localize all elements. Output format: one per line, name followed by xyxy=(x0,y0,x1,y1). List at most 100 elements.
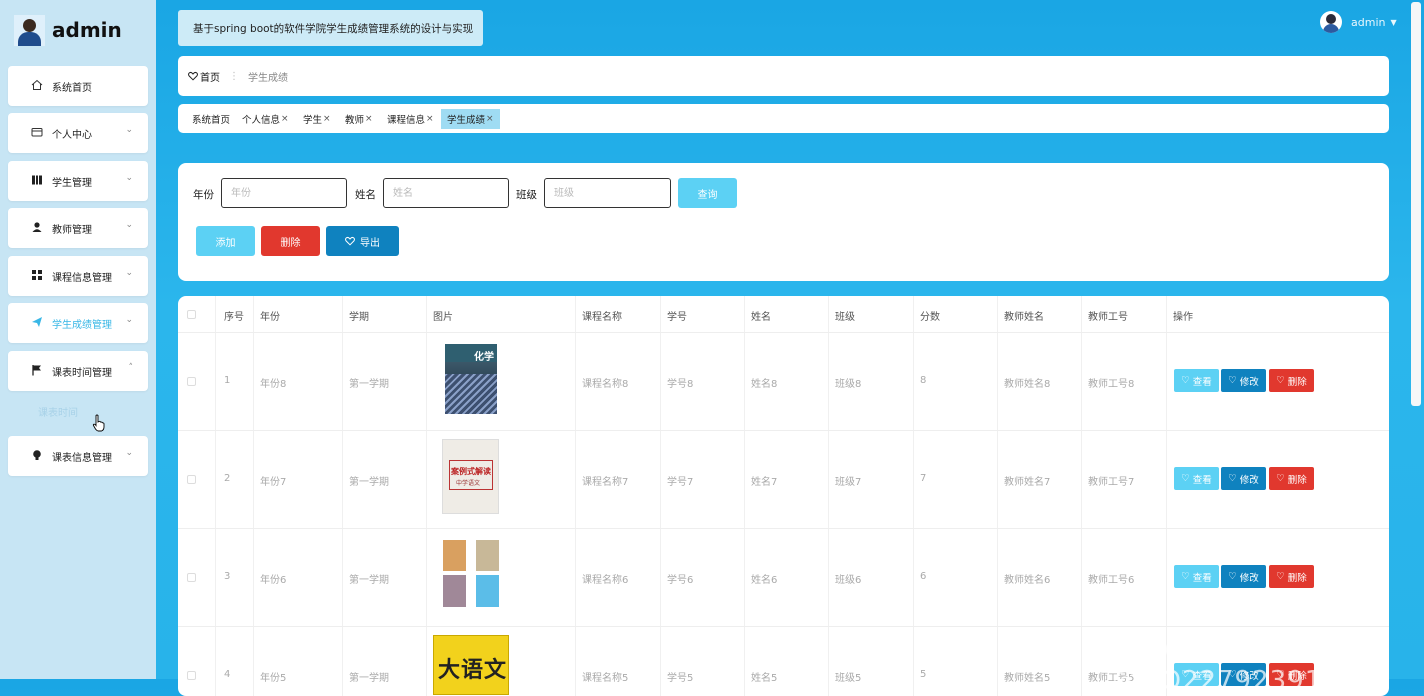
sidebar-item-home[interactable]: 系统首页 xyxy=(8,66,148,106)
view-label: 查看 xyxy=(1192,572,1212,584)
tag-course-info[interactable]: 课程信息 × xyxy=(381,109,440,129)
chevron-down-icon: ⌄ xyxy=(125,315,133,325)
row-checkbox[interactable] xyxy=(187,377,196,386)
heart-icon: ♡ xyxy=(1276,571,1285,582)
cell-term: 第一学期 xyxy=(349,575,389,586)
close-icon[interactable]: × xyxy=(486,114,494,124)
select-all-checkbox[interactable] xyxy=(187,310,196,319)
breadcrumb-home[interactable]: 首页 xyxy=(200,69,220,84)
header-cell: 分数 xyxy=(920,312,940,323)
tag-label: 系统首页 xyxy=(192,115,231,126)
cell-class: 班级7 xyxy=(835,477,862,488)
user-menu[interactable]: admin ▼ xyxy=(1320,10,1397,34)
tag-teacher[interactable]: 教师 × xyxy=(339,109,379,129)
cell-no: 2 xyxy=(224,473,231,484)
sidebar-item-label: 个人中心 xyxy=(52,129,92,141)
close-icon[interactable]: × xyxy=(426,114,434,124)
cell-name: 姓名8 xyxy=(751,379,778,390)
sidebar-item-student-management[interactable]: 学生管理 ⌄ xyxy=(8,161,148,201)
person-icon xyxy=(30,221,44,236)
thumb-text: 案例式解读 xyxy=(451,467,491,476)
query-button[interactable]: 查询 xyxy=(678,178,737,208)
sidebar-item-label: 课表时间管理 xyxy=(52,367,112,379)
thumb-text: 中学语文 xyxy=(456,480,481,487)
breadcrumb-current: 学生成绩 xyxy=(248,72,288,84)
submenu-schedule-time[interactable]: 课表时间 xyxy=(8,396,148,426)
header-cell: 学期 xyxy=(349,312,369,323)
view-button[interactable]: ♡ 查看 xyxy=(1174,369,1219,392)
sidebar-item-schedule-time-management[interactable]: 课表时间管理 ˄ xyxy=(8,351,148,391)
sidebar-item-personal-center[interactable]: 个人中心 ⌄ xyxy=(8,113,148,153)
cell-year: 年份5 xyxy=(260,673,287,684)
row-checkbox[interactable] xyxy=(187,573,196,582)
export-button[interactable]: 导出 xyxy=(326,226,399,256)
breadcrumb-separator: ⋮ xyxy=(229,70,239,82)
cell-no: 1 xyxy=(224,375,231,386)
user-name: admin xyxy=(1351,15,1386,29)
header-cell: 班级 xyxy=(835,312,855,323)
row-checkbox[interactable] xyxy=(187,475,196,484)
cell-teacher-id: 教师工号8 xyxy=(1088,379,1135,390)
cell-course: 课程名称6 xyxy=(582,575,629,586)
edit-label: 修改 xyxy=(1239,376,1259,388)
breadcrumb: 首页 ⋮ 学生成绩 xyxy=(178,56,1389,96)
heart-icon: ♡ xyxy=(1276,473,1285,484)
cell-score: 5 xyxy=(920,669,927,680)
header-cell: 序号 xyxy=(224,312,244,323)
tag-label: 个人信息 xyxy=(242,115,281,126)
cell-term: 第一学期 xyxy=(349,477,389,488)
course-image: 化学 xyxy=(445,344,497,414)
course-image xyxy=(442,540,500,608)
export-button-label: 导出 xyxy=(360,237,380,249)
sidebar-item-teacher-management[interactable]: 教师管理 ⌄ xyxy=(8,208,148,248)
close-icon[interactable]: × xyxy=(365,114,373,124)
edit-button[interactable]: ♡ 修改 xyxy=(1221,565,1266,588)
close-icon[interactable]: × xyxy=(323,114,331,124)
chevron-down-icon: ⌄ xyxy=(125,173,133,183)
name-input[interactable] xyxy=(383,178,509,208)
user-avatar xyxy=(1320,11,1342,33)
cell-teacher-name: 教师姓名5 xyxy=(1004,673,1051,684)
view-button[interactable]: ♡ 查看 xyxy=(1174,565,1219,588)
query-button-label: 查询 xyxy=(697,189,718,201)
chevron-up-icon: ˄ xyxy=(128,363,134,373)
delete-row-button[interactable]: ♡ 删除 xyxy=(1269,565,1314,588)
tag-student-score[interactable]: 学生成绩 × xyxy=(441,109,500,129)
header-cell: 课程名称 xyxy=(582,312,622,323)
tag-student[interactable]: 学生 × xyxy=(297,109,337,129)
cell-class: 班级6 xyxy=(835,575,862,586)
cell-term: 第一学期 xyxy=(349,673,389,684)
header-cell: 年份 xyxy=(260,312,280,323)
delete-row-button[interactable]: ♡ 删除 xyxy=(1269,369,1314,392)
sidebar-item-score-management[interactable]: 学生成绩管理 ⌄ xyxy=(8,303,148,343)
edit-button[interactable]: ♡ 修改 xyxy=(1221,369,1266,392)
sidebar-item-schedule-info-management[interactable]: 课表信息管理 ⌄ xyxy=(8,436,148,476)
heart-icon: ♡ xyxy=(1228,571,1237,582)
cell-sid: 学号8 xyxy=(667,379,694,390)
view-label: 查看 xyxy=(1192,474,1212,486)
sidebar-item-label: 学生成绩管理 xyxy=(52,319,112,331)
watermark: CSDN @QQ2279239102 xyxy=(1112,636,1358,696)
add-button[interactable]: 添加 xyxy=(196,226,255,256)
tag-home[interactable]: 系统首页 xyxy=(186,109,236,129)
delete-row-button[interactable]: ♡ 删除 xyxy=(1269,467,1314,490)
tag-personal-info[interactable]: 个人信息 × xyxy=(236,109,295,129)
delete-label: 删除 xyxy=(1287,474,1307,486)
cell-year: 年份7 xyxy=(260,477,287,488)
brand-username: admin xyxy=(52,18,122,42)
cell-teacher-name: 教师姓名8 xyxy=(1004,379,1051,390)
delete-button[interactable]: 删除 xyxy=(261,226,320,256)
year-input[interactable] xyxy=(221,178,347,208)
sidebar-item-course-management[interactable]: 课程信息管理 ⌄ xyxy=(8,256,148,296)
hand-cursor-icon xyxy=(92,414,105,432)
cell-teacher-id: 教师工号6 xyxy=(1088,575,1135,586)
header-cell: 学号 xyxy=(667,312,687,323)
cell-class: 班级8 xyxy=(835,379,862,390)
sidebar-item-label: 教师管理 xyxy=(52,224,92,236)
edit-button[interactable]: ♡ 修改 xyxy=(1221,467,1266,490)
tag-label: 学生成绩 xyxy=(447,115,486,126)
class-input[interactable] xyxy=(544,178,671,208)
close-icon[interactable]: × xyxy=(281,114,289,124)
view-button[interactable]: ♡ 查看 xyxy=(1174,467,1219,490)
page-scrollbar[interactable] xyxy=(1411,2,1421,406)
